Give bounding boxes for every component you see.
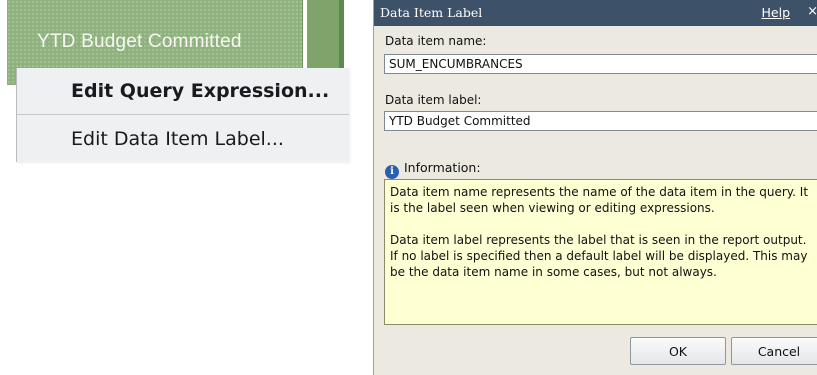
- info-paragraph: Data item label represents the label tha…: [390, 233, 808, 279]
- close-icon[interactable]: ×: [807, 4, 817, 19]
- information-box: Data item name represents the name of th…: [384, 179, 817, 325]
- information-heading-text: Information:: [404, 160, 481, 175]
- info-paragraph: Data item name represents the name of th…: [390, 185, 809, 215]
- menu-item-edit-query-expression[interactable]: Edit Query Expression...: [17, 68, 349, 114]
- cancel-button[interactable]: Cancel: [731, 337, 817, 365]
- menu-separator: [17, 114, 349, 115]
- menu-item-edit-data-item-label[interactable]: Edit Data Item Label...: [17, 116, 349, 162]
- dialog-title: Data Item Label: [380, 5, 483, 20]
- help-link[interactable]: Help: [762, 5, 791, 20]
- data-item-name-field[interactable]: [384, 54, 817, 74]
- data-item-label-field[interactable]: [384, 111, 817, 131]
- ok-button[interactable]: OK: [630, 337, 726, 365]
- adjacent-column-header[interactable]: [307, 0, 344, 68]
- data-item-label-label: Data item label:: [385, 93, 482, 107]
- data-item-name-label: Data item name:: [385, 34, 487, 48]
- data-item-label-dialog: Data Item Label Help × Data item name: D…: [373, 0, 817, 375]
- information-heading: i Information:: [385, 160, 481, 179]
- info-icon: i: [385, 165, 399, 179]
- column-header-label: YTD Budget Committed: [37, 31, 242, 52]
- dialog-titlebar[interactable]: Data Item Label Help ×: [374, 0, 817, 26]
- context-menu: Edit Query Expression... Edit Data Item …: [16, 68, 349, 162]
